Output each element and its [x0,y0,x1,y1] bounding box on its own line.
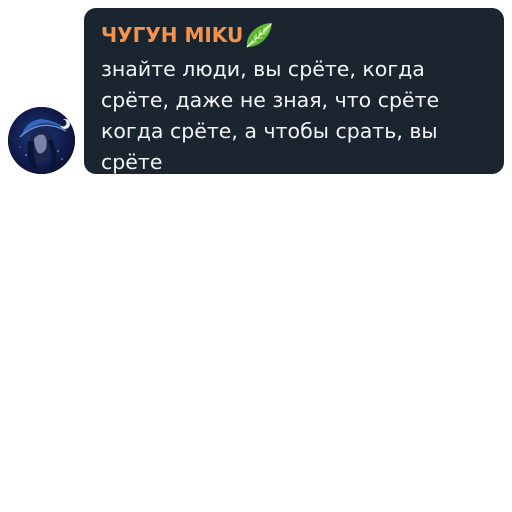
message-bubble[interactable]: ЧУГУН MIKU знайте люди, вы срёте, когда … [84,8,504,174]
message-text: знайте люди, вы срёте, когда срёте, даже… [101,57,440,174]
sender-name[interactable]: ЧУГУН MIKU [101,22,243,48]
sender-avatar[interactable] [8,107,75,174]
sender-header: ЧУГУН MIKU [101,20,490,50]
lettuce-emoji-icon [244,21,274,49]
anime-avatar-icon [8,107,75,174]
chat-message-row: ЧУГУН MIKU знайте люди, вы срёте, когда … [0,0,512,512]
